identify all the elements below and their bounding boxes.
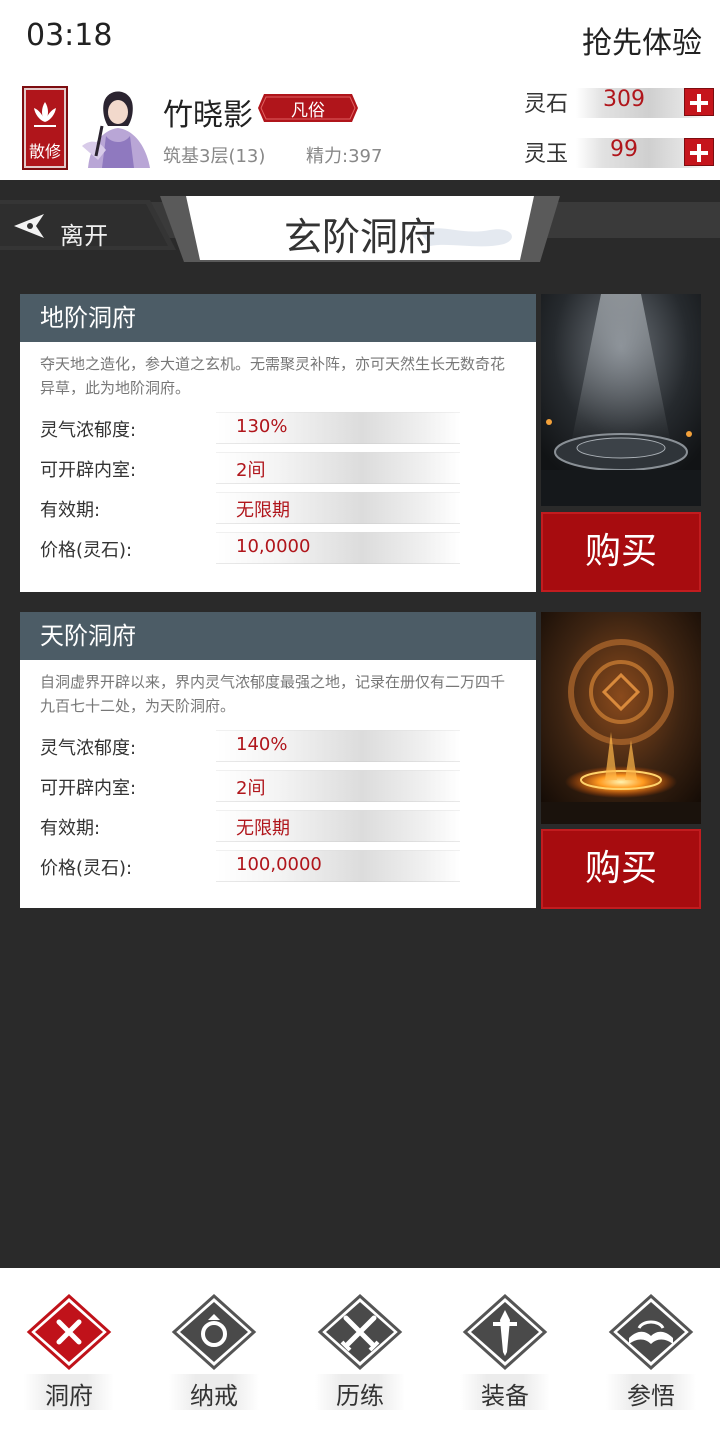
nav-item-ring[interactable]: 纳戒 <box>159 1292 269 1422</box>
heaven-cave-image <box>541 612 701 824</box>
prop-row: 价格(灵石): 100,0000 <box>20 846 536 886</box>
prop-row: 灵气浓郁度: 140% <box>20 726 536 766</box>
player-header: 散修 竹晓影 凡俗 筑基3层(13) 精力:397 灵石 309 灵玉 99 <box>0 78 720 180</box>
card-description: 自洞虚界开辟以来，界内灵气浓郁度最强之地，记录在册仅有二万四千九百七十二处，为天… <box>40 673 506 715</box>
status-time: 03:18 <box>26 18 113 53</box>
status-bar: 03:18 抢先体验 <box>0 0 720 78</box>
prop-label: 灵气浓郁度: <box>40 738 137 759</box>
nav-label: 装备 <box>481 1382 529 1410</box>
prop-row: 灵气浓郁度: 130% <box>20 408 536 448</box>
prop-value: 2间 <box>236 460 266 481</box>
currency-value: 99 <box>610 137 638 162</box>
nav-item-insight[interactable]: 参悟 <box>596 1292 706 1422</box>
prop-label: 价格(灵石): <box>40 540 133 561</box>
prop-value: 140% <box>236 734 288 755</box>
page-title-plate: 玄阶洞府 <box>160 192 560 264</box>
page-title: 玄阶洞府 <box>283 215 436 259</box>
cave-card-heaven: 天阶洞府 自洞虚界开辟以来，界内灵气浓郁度最强之地，记录在册仅有二万四千九百七十… <box>20 612 536 908</box>
currency-lingshi: 灵石 309 <box>524 86 720 120</box>
player-energy: 精力:397 <box>306 146 383 167</box>
nav-item-training[interactable]: 历练 <box>305 1292 415 1422</box>
prop-label: 可开辟内室: <box>40 778 137 799</box>
prop-value: 2间 <box>236 778 266 799</box>
sword-icon <box>462 1293 548 1371</box>
avatar[interactable] <box>76 86 156 168</box>
player-name: 竹晓影 <box>163 98 253 133</box>
nav-label: 历练 <box>336 1382 384 1410</box>
crossed-swords-icon <box>317 1293 403 1371</box>
title-band: 离开 玄阶洞府 <box>0 180 720 270</box>
player-level: 筑基3层(13) <box>163 146 266 167</box>
prop-value: 100,0000 <box>236 854 322 875</box>
prop-row: 可开辟内室: 2间 <box>20 766 536 806</box>
nav-label: 纳戒 <box>190 1382 238 1410</box>
buy-earth-cave-button[interactable]: 购买 <box>541 512 701 592</box>
rank-badge[interactable]: 散修 <box>22 86 68 170</box>
prop-value: 130% <box>236 416 288 437</box>
prop-value: 无限期 <box>236 500 290 521</box>
currency-value: 309 <box>603 87 645 112</box>
prop-value: 无限期 <box>236 818 290 839</box>
lotus-icon <box>34 102 56 127</box>
rank-badge-label: 散修 <box>28 142 61 161</box>
nav-label: 参悟 <box>627 1382 675 1410</box>
prop-label: 可开辟内室: <box>40 460 137 481</box>
prop-label: 价格(灵石): <box>40 858 133 879</box>
prop-label: 有效期: <box>40 500 101 521</box>
cave-card-earth: 地阶洞府 夺天地之造化，参大道之玄机。无需聚灵补阵，亦可天然生长无数奇花异草，此… <box>20 294 536 592</box>
prop-value: 10,0000 <box>236 536 311 557</box>
add-lingyu-button[interactable] <box>684 138 714 166</box>
currency-label: 灵石 <box>524 92 569 117</box>
add-lingshi-button[interactable] <box>684 88 714 116</box>
prop-label: 有效期: <box>40 818 101 839</box>
nav-item-cave[interactable]: 洞府 <box>14 1292 124 1422</box>
realm-tag-label: 凡俗 <box>291 101 325 121</box>
currency-label: 灵玉 <box>524 142 569 167</box>
cave-icon <box>26 1293 112 1371</box>
prop-row: 有效期: 无限期 <box>20 806 536 846</box>
buy-heaven-cave-button[interactable]: 购买 <box>541 829 701 909</box>
realm-tag: 凡俗 <box>258 94 358 122</box>
prop-label: 灵气浓郁度: <box>40 420 137 441</box>
prop-row: 有效期: 无限期 <box>20 488 536 528</box>
leave-label: 离开 <box>60 222 108 250</box>
open-book-icon <box>608 1293 694 1371</box>
card-description: 夺天地之造化，参大道之玄机。无需聚灵补阵，亦可天然生长无数奇花异草，此为地阶洞府… <box>40 355 506 397</box>
bottom-nav: 洞府 纳戒 历练 装备 参悟 <box>0 1268 720 1440</box>
card-title: 地阶洞府 <box>20 294 536 342</box>
early-access-label[interactable]: 抢先体验 <box>582 18 702 62</box>
ring-icon <box>171 1293 257 1371</box>
back-arrow-icon <box>14 214 44 238</box>
prop-row: 价格(灵石): 10,0000 <box>20 528 536 568</box>
card-title: 天阶洞府 <box>20 612 536 660</box>
earth-cave-image <box>541 294 701 506</box>
currency-lingyu: 灵玉 99 <box>524 136 720 170</box>
nav-item-equipment[interactable]: 装备 <box>450 1292 560 1422</box>
prop-row: 可开辟内室: 2间 <box>20 448 536 488</box>
nav-label: 洞府 <box>45 1382 93 1410</box>
